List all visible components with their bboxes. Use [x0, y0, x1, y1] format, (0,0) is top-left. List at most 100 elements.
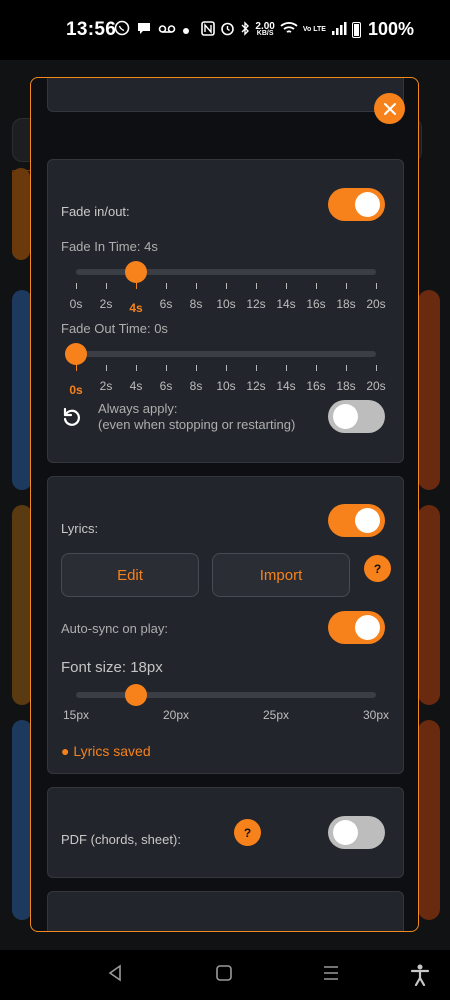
slider-tick-label: 20s — [366, 379, 386, 393]
fade-toggle[interactable] — [328, 188, 385, 221]
background-tile — [418, 290, 440, 490]
always-apply-toggle[interactable] — [328, 400, 385, 433]
background-tile — [418, 720, 440, 920]
slider-tick-label: 4s — [129, 379, 143, 393]
dot-icon — [182, 22, 190, 38]
slider-tick-label: 10s — [216, 297, 236, 311]
next-card — [47, 891, 404, 931]
slider-tick-label: 18s — [336, 297, 356, 311]
slider-tick-label: 2s — [99, 297, 113, 311]
autosync-label: Auto-sync on play: — [61, 621, 168, 636]
whatsapp-icon — [114, 20, 130, 39]
slider-tick — [316, 365, 317, 371]
slider-tick-label: 8s — [189, 379, 203, 393]
slider-tick — [376, 365, 377, 371]
slider-tick-label: 20px — [162, 708, 190, 722]
font-size-slider-thumb[interactable] — [125, 684, 147, 706]
fade-in-label: Fade In Time: 4s — [61, 239, 158, 254]
accessibility-icon[interactable] — [410, 964, 430, 991]
battery-percent: 100% — [367, 19, 414, 39]
slider-tick-label: 14s — [276, 379, 296, 393]
slider-tick-label: 8s — [189, 297, 203, 311]
slider-tick — [256, 365, 257, 371]
slider-tick — [196, 283, 197, 289]
slider-tick-label: 25px — [262, 708, 290, 722]
slider-tick-label: 2s — [99, 379, 113, 393]
edit-lyrics-button[interactable]: Edit — [61, 553, 199, 597]
background-tile — [12, 505, 32, 705]
font-size-label: Font size: 18px — [61, 659, 163, 676]
back-icon[interactable] — [107, 964, 123, 987]
slider-tick — [346, 283, 347, 289]
background-tile — [12, 290, 32, 490]
chat-icon — [136, 20, 152, 39]
wifi-icon — [280, 21, 298, 38]
slider-tick — [136, 365, 137, 371]
slider-tick — [106, 283, 107, 289]
lyrics-card: Lyrics: Edit Import ? Auto-sync on play:… — [47, 476, 404, 774]
slider-tick — [166, 283, 167, 289]
lyrics-label: Lyrics: — [61, 521, 99, 536]
slider-tick-label: 4s — [129, 301, 143, 315]
slider-tick-label: 18s — [336, 379, 356, 393]
slider-tick-label: 16s — [306, 379, 326, 393]
pdf-help-button[interactable]: ? — [234, 819, 261, 846]
slider-tick-label: 12s — [246, 379, 266, 393]
status-bar: 13:56 2.00 KB/S Vo LTE 100% — [0, 0, 450, 60]
slider-tick-label: 12s — [246, 297, 266, 311]
lyrics-saved-status: ● Lyrics saved — [61, 743, 151, 759]
slider-tick — [346, 365, 347, 371]
nfc-icon — [201, 20, 216, 39]
system-icons: 2.00 KB/S Vo LTE 100% — [201, 19, 414, 40]
slider-tick — [166, 365, 167, 371]
slider-tick — [256, 283, 257, 289]
home-icon[interactable] — [215, 964, 233, 987]
slider-tick — [286, 283, 287, 289]
pdf-toggle[interactable] — [328, 816, 385, 849]
slider-tick-label: 0s — [69, 383, 83, 397]
pdf-label: PDF (chords, sheet): — [61, 832, 181, 847]
slider-tick — [286, 365, 287, 371]
lyrics-help-button[interactable]: ? — [364, 555, 391, 582]
network-speed: 2.00 KB/S — [255, 20, 275, 37]
alarm-icon — [220, 21, 235, 39]
slider-tick — [226, 365, 227, 371]
notification-icons — [114, 20, 190, 39]
always-apply-sublabel: (even when stopping or restarting) — [98, 417, 296, 432]
import-lyrics-button[interactable]: Import — [212, 553, 350, 597]
slider-tick-label: 6s — [159, 297, 173, 311]
close-button[interactable] — [374, 93, 405, 124]
background-tile — [12, 720, 32, 920]
fade-out-label: Fade Out Time: 0s — [61, 321, 168, 336]
voicemail-icon — [158, 22, 176, 38]
close-icon — [383, 102, 396, 115]
slider-tick-label: 15px — [62, 708, 90, 722]
pdf-card: PDF (chords, sheet): ? — [47, 787, 404, 878]
slider-tick-label: 10s — [216, 379, 236, 393]
volte-label: Vo LTE — [302, 26, 326, 33]
navigation-bar — [0, 950, 450, 1000]
slider-tick — [226, 283, 227, 289]
fade-card: Fade in/out: Fade In Time: 4s 0s 2s 4s 6s 8s… — [47, 159, 404, 463]
slider-tick-label: 6s — [159, 379, 173, 393]
slider-tick — [376, 283, 377, 289]
background-tile — [12, 168, 30, 260]
slider-tick — [76, 361, 77, 371]
slider-tick — [76, 283, 77, 289]
slider-tick-label: 14s — [276, 297, 296, 311]
bluetooth-icon — [240, 20, 250, 39]
background-tile — [418, 505, 440, 705]
slider-tick — [196, 365, 197, 371]
previous-card — [47, 78, 404, 112]
slider-tick — [106, 365, 107, 371]
slider-tick-label: 30px — [362, 708, 390, 722]
fade-label: Fade in/out: — [61, 204, 130, 219]
refresh-icon — [61, 406, 83, 433]
slider-tick-label: 0s — [69, 297, 83, 311]
lyrics-toggle[interactable] — [328, 504, 385, 537]
signal-icon — [331, 21, 347, 38]
recents-icon[interactable] — [322, 964, 340, 987]
song-settings-modal: Fade in/out: Fade In Time: 4s 0s 2s 4s 6s 8s… — [30, 77, 419, 932]
slider-tick-label: 16s — [306, 297, 326, 311]
autosync-toggle[interactable] — [328, 611, 385, 644]
